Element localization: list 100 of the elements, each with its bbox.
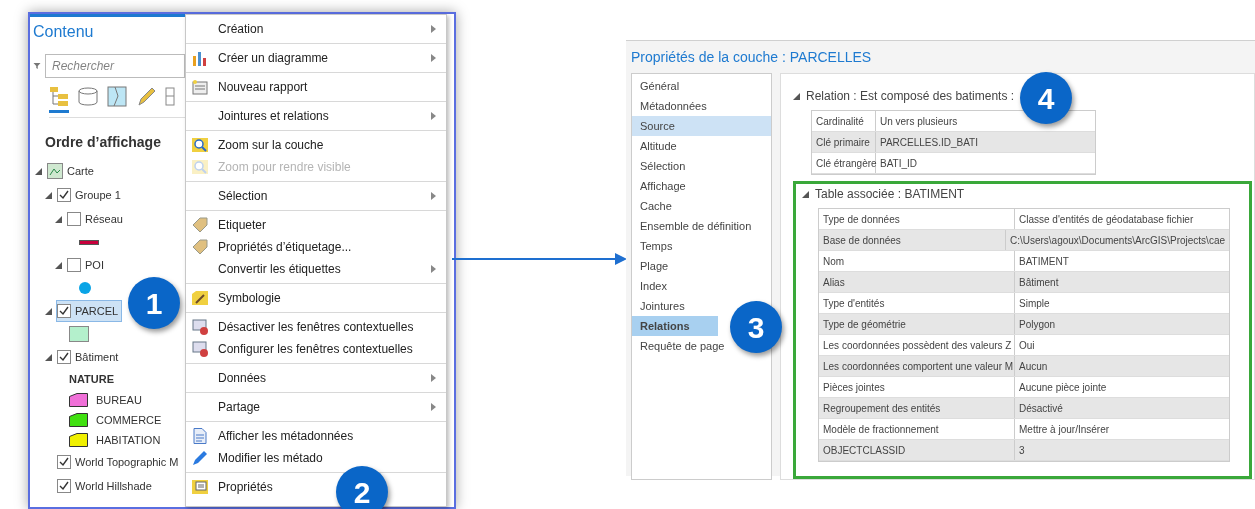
table-cell: Les coordonnées possèdent des valeurs Z [819, 335, 1015, 355]
layer-name: Carte [67, 163, 94, 179]
checkbox[interactable] [57, 188, 71, 202]
properties-icon [192, 479, 208, 495]
zoom-icon [192, 137, 208, 153]
popup-window-icon [192, 341, 208, 357]
menu-item[interactable]: Sélection [186, 185, 446, 207]
search-field[interactable]: Rechercher [45, 54, 185, 78]
menu-item[interactable]: Création [186, 18, 446, 40]
table-cell: Type de géométrie [819, 314, 1015, 334]
table-cell-text: Désactivé [1018, 401, 1064, 416]
menu-item[interactable]: Créer un diagramme [186, 47, 446, 69]
menu-item[interactable]: Modifier les métado [186, 447, 446, 469]
nav-item[interactable]: Métadonnées [632, 96, 713, 116]
nav-item[interactable]: Sélection [632, 156, 692, 176]
document-icon [192, 428, 208, 444]
nav-item[interactable]: Cache [632, 196, 678, 216]
report-icon [192, 79, 208, 95]
nav-item[interactable]: Source [632, 116, 771, 136]
table-cell: Clé primaire [812, 132, 876, 152]
menu-item[interactable]: Zoom sur la couche [186, 134, 446, 156]
menu-item[interactable]: Partage [186, 396, 446, 418]
layer-item[interactable]: World Hillshade [56, 475, 156, 497]
menu-item[interactable]: Configurer les fenêtres contextuelles [186, 338, 446, 360]
nav-item[interactable]: Général [632, 76, 686, 96]
nav-item[interactable]: Requête de page [632, 336, 731, 356]
checkbox[interactable] [57, 304, 71, 318]
bar-chart-icon [192, 50, 208, 66]
table-cell-text: Classe d'entités de géodatabase fichier [1018, 212, 1195, 227]
layer-name: POI [85, 257, 104, 273]
table-cell-text: BATIMENT [1018, 254, 1070, 269]
dialog-title: Propriétés de la couche : PARCELLES [630, 47, 873, 67]
nav-item[interactable]: Relations [632, 316, 718, 336]
nav-item[interactable]: Index [632, 276, 673, 296]
table-cell: Alias [819, 272, 1015, 292]
checkmark-icon [59, 306, 69, 316]
database-icon [78, 86, 98, 107]
layer-item[interactable]: Carte [46, 160, 98, 182]
pencil-icon [136, 86, 156, 107]
menu-item[interactable]: Symbologie [186, 287, 446, 309]
nav-item[interactable]: Affichage [632, 176, 692, 196]
legend-heading: NATURE [69, 372, 114, 388]
pencil-icon [192, 450, 208, 466]
table-cell: Regroupement des entités [819, 398, 1015, 418]
section-heading: Ordre d’affichage [45, 133, 162, 152]
table-icon [165, 86, 175, 107]
table-cell: Modèle de fractionnement [819, 419, 1015, 439]
nav-item[interactable]: Plage [632, 256, 675, 276]
menu-item[interactable]: Jointures et relations [186, 105, 446, 127]
layer-item[interactable]: Groupe 1 [56, 184, 125, 206]
table-cell-text: Un vers plusieurs [879, 114, 959, 129]
table-cell: Cardinalité [812, 111, 876, 131]
layer-item[interactable]: PARCEL [56, 300, 123, 322]
checkbox[interactable] [57, 479, 71, 493]
menu-item[interactable]: Convertir les étiquettes [186, 258, 446, 280]
table-cell: Base de données [819, 230, 1006, 250]
nav-item[interactable]: Jointures [632, 296, 691, 316]
map-icon [107, 86, 127, 107]
checkmark-icon [59, 481, 69, 491]
layer-name: Bâtiment [75, 349, 119, 365]
tree-icon [49, 86, 69, 107]
table-cell-text: Polygon [1018, 317, 1057, 332]
table-cell: Clé étrangère [812, 153, 876, 173]
layer-item[interactable]: POI [66, 254, 108, 276]
layer-name: World Hillshade [75, 478, 152, 494]
table-cell-text: Oui [1018, 338, 1036, 353]
menu-item[interactable]: Etiqueter [186, 214, 446, 236]
table-cell: Nom [819, 251, 1015, 271]
table-cell-text: Bâtiment [1018, 275, 1060, 290]
legend-label: BUREAU [96, 392, 142, 408]
layer-item[interactable]: Réseau [66, 208, 127, 230]
toolbar-tab[interactable] [49, 86, 69, 113]
menu-item[interactable]: Données [186, 367, 446, 389]
nav-item[interactable]: Altitude [632, 136, 683, 156]
nav-item[interactable]: Temps [632, 236, 679, 256]
table-cell: Type de données [819, 209, 1015, 229]
checkbox[interactable] [57, 455, 71, 469]
checkmark-icon [59, 352, 69, 362]
menu-item[interactable]: Désactiver les fenêtres contextuelles [186, 316, 446, 338]
menu-item[interactable]: Nouveau rapport [186, 76, 446, 98]
pane-title: Contenu [33, 22, 95, 42]
checkbox[interactable] [67, 258, 81, 272]
expanded-triangle-icon [802, 190, 809, 198]
table-cell: Pièces jointes [819, 377, 1015, 397]
table-cell-text: C:\Users\agoux\Documents\ArcGIS\Projects\cae [1008, 233, 1226, 248]
legend-label: HABITATION [96, 432, 161, 448]
menu-item[interactable]: Propriétés d’étiquetage... [186, 236, 446, 258]
checkmark-icon [59, 457, 69, 467]
legend-label: COMMERCE [96, 412, 162, 428]
checkbox[interactable] [57, 350, 71, 364]
checkbox[interactable] [67, 212, 81, 226]
table-cell-text: BATI_ID [879, 156, 919, 171]
menu-item[interactable]: Afficher les métadonnées [186, 425, 446, 447]
table-cell: Type d'entités [819, 293, 1015, 313]
label-tag-icon [192, 239, 208, 255]
layer-item[interactable]: Bâtiment [56, 346, 123, 368]
popup-window-icon [192, 319, 208, 335]
label-tag-icon [192, 217, 208, 233]
layer-item[interactable]: World Topographic M [56, 451, 183, 473]
nav-item[interactable]: Ensemble de définition [632, 216, 758, 236]
